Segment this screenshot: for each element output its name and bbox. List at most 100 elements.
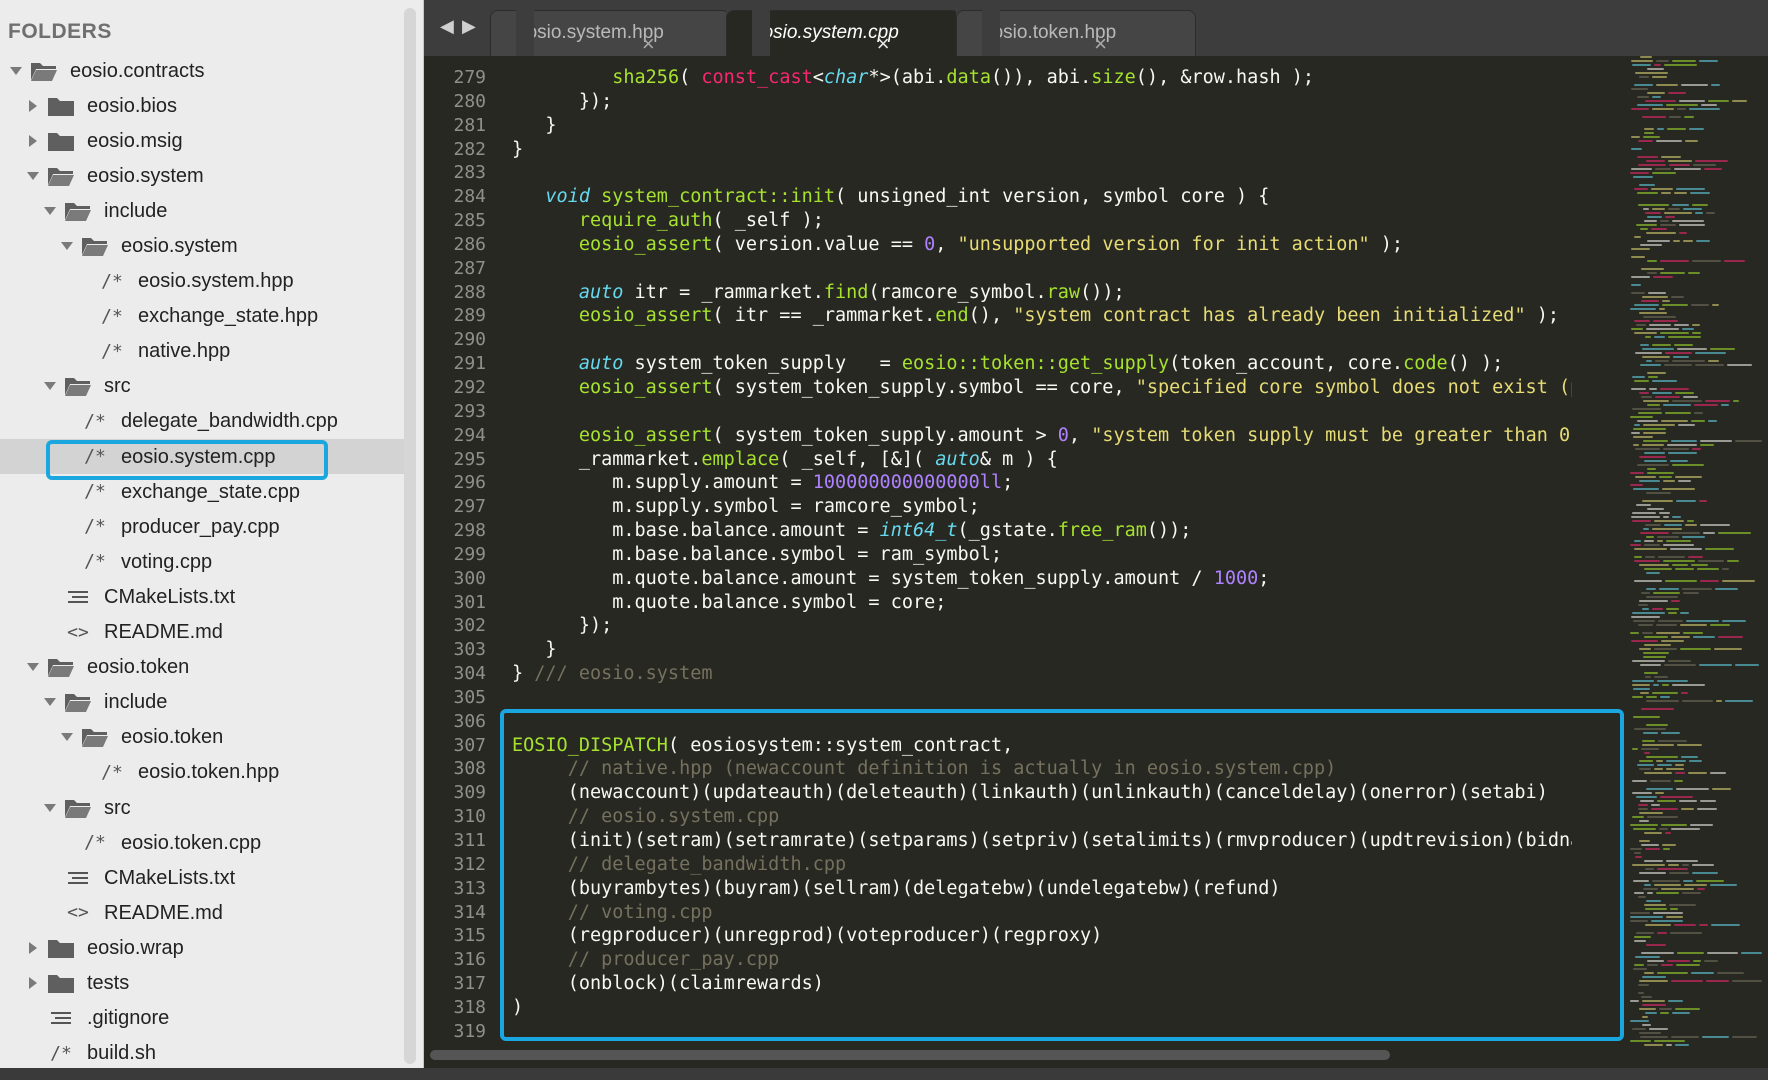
minimap-line [1660,220,1669,222]
tree-item[interactable]: tests [0,965,404,1000]
minimap-line [1647,472,1674,474]
horizontal-scrollbar[interactable] [430,1050,1390,1060]
tree-item[interactable]: <> README.md [0,615,404,650]
disclosure-down-icon[interactable] [42,378,58,394]
tree-item[interactable]: /* exchange_state.hpp [0,299,404,334]
code-line: m.quote.balance.symbol = core; [512,591,1572,615]
tree-item[interactable]: eosio.token [0,650,404,685]
minimap-line [1647,372,1666,374]
tree-item[interactable]: eosio.token [0,720,404,755]
minimap-line [1640,56,1652,58]
minimap-line [1647,964,1658,966]
tree-item[interactable]: <> README.md [0,895,404,930]
folder-open-icon [64,375,92,397]
text-file-icon [64,867,92,889]
disclosure-down-icon[interactable] [8,63,24,79]
minimap-line [1664,64,1697,66]
close-icon[interactable]: × [877,31,890,57]
minimap-line [1669,164,1690,166]
minimap-line [1652,528,1682,530]
minimap-line [1640,364,1661,366]
disclosure-down-icon[interactable] [42,800,58,816]
tree-item[interactable]: include [0,685,404,720]
minimap-line [1692,260,1721,262]
minimap-line [1652,208,1665,210]
tree-item[interactable]: /* eosio.system.cpp [0,439,404,475]
minimap-line [1634,964,1644,966]
tree-item[interactable]: /* native.hpp [0,334,404,369]
tree-item[interactable]: include [0,193,404,228]
disclosure-right-icon[interactable] [25,98,41,114]
minimap-line [1722,620,1746,622]
tree-item[interactable]: /* eosio.token.cpp [0,825,404,860]
minimap-line [1662,300,1670,302]
editor-tab[interactable]: eosio.token.hpp × [956,10,1196,56]
code-token: } [512,639,557,661]
minimap-line [1639,564,1669,566]
minimap-line [1722,568,1729,570]
code-area[interactable]: sha256( const_cast<char*>(abi.data()), a… [512,56,1572,1054]
minimap-line [1666,860,1698,862]
tree-item[interactable]: eosio.msig [0,123,404,158]
tree-item[interactable]: eosio.system [0,228,404,263]
nav-back-icon[interactable]: ◀ [440,16,454,37]
disclosure-right-icon[interactable] [25,133,41,149]
code-token: code [1403,353,1448,375]
tree-item[interactable]: eosio.system [0,158,404,193]
tree-item[interactable]: eosio.contracts [0,53,404,88]
code-token: auto [935,448,980,470]
sidebar-scrollbar[interactable] [404,8,416,1064]
minimap-line [1674,344,1693,346]
close-icon[interactable]: × [1094,31,1107,57]
minimap-line [1735,440,1762,442]
minimap-line [1663,448,1689,450]
disclosure-down-icon[interactable] [25,168,41,184]
tree-item[interactable]: eosio.wrap [0,930,404,965]
disclosure-down-icon[interactable] [25,659,41,675]
minimap-line [1646,232,1676,234]
tree-item[interactable]: /* eosio.system.hpp [0,264,404,299]
tree-item[interactable]: eosio.bios [0,88,404,123]
minimap[interactable] [1630,56,1768,1056]
tree-item[interactable]: CMakeLists.txt [0,579,404,614]
tree-item[interactable]: /* build.sh [0,1036,404,1068]
tree-item[interactable]: /* producer_pay.cpp [0,509,404,544]
tree-item[interactable]: /* exchange_state.cpp [0,474,404,509]
disclosure-right-icon[interactable] [25,940,41,956]
minimap-line [1666,768,1684,770]
tree-item[interactable]: /* delegate_bandwidth.cpp [0,404,404,439]
minimap-line [1697,888,1705,890]
disclosure-right-icon[interactable] [25,975,41,991]
disclosure-down-icon[interactable] [42,694,58,710]
editor-tab[interactable]: eosio.system.hpp × [490,10,730,56]
editor-tab[interactable]: eosio.system.cpp × [726,10,960,56]
line-number: 319 [453,1020,486,1042]
folder-icon [47,972,75,994]
line-number: 283 [453,162,486,184]
minimap-line [1708,100,1729,102]
disclosure-down-icon[interactable] [59,238,75,254]
tree-item[interactable]: /* eosio.token.hpp [0,755,404,790]
minimap-line [1637,156,1658,158]
line-number: 288 [453,281,486,303]
tree-item[interactable]: /* voting.cpp [0,544,404,579]
tree-item[interactable]: .gitignore [0,1001,404,1036]
tree-item-label: include [104,199,168,222]
minimap-line [1632,512,1656,514]
minimap-line [1650,780,1671,782]
disclosure-down-icon[interactable] [42,203,58,219]
code-token: (regproducer)(unregprod)(voteproducer)(r… [512,925,1103,947]
minimap-line [1657,540,1663,542]
nav-forward-icon[interactable]: ▶ [462,16,476,37]
tree-item[interactable]: src [0,369,404,404]
disclosure-down-icon[interactable] [59,729,75,745]
tree-item[interactable]: CMakeLists.txt [0,860,404,895]
minimap-line [1657,680,1688,682]
tree-item[interactable]: src [0,790,404,825]
folder-open-icon [81,726,109,748]
close-icon[interactable]: × [642,31,655,57]
minimap-line [1644,128,1654,130]
tree-item-label: voting.cpp [121,550,213,573]
minimap-line [1645,908,1667,910]
